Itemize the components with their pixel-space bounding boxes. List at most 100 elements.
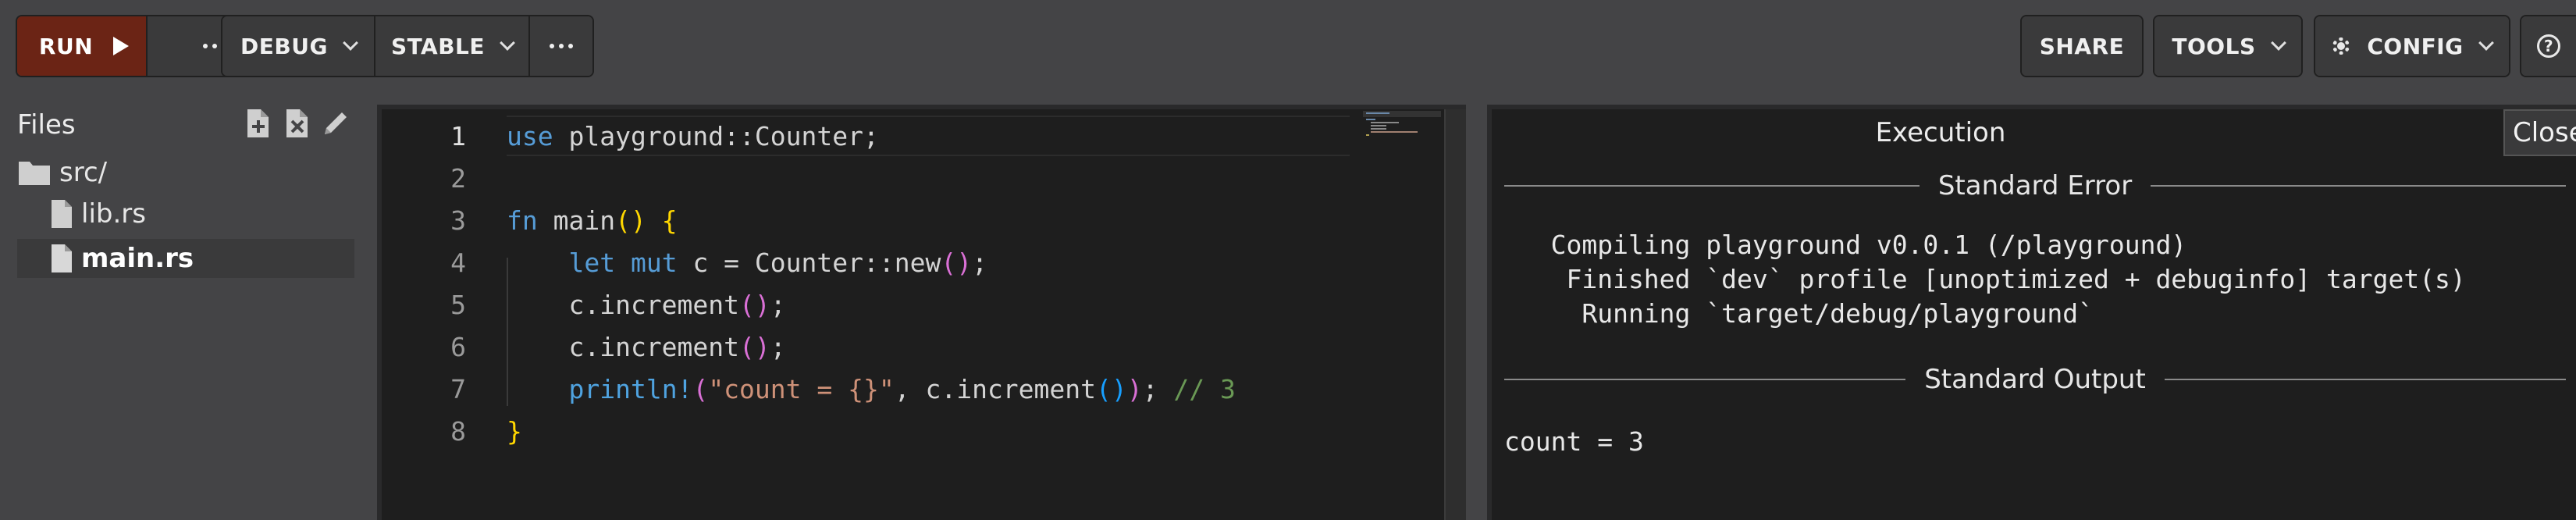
- code-token: mut: [630, 248, 678, 278]
- code-token: println!: [568, 374, 693, 404]
- line-number: 5: [450, 290, 466, 320]
- tree-item-label: src/: [59, 157, 108, 188]
- run-button[interactable]: RUN: [17, 16, 148, 76]
- code-token: c.increment: [507, 290, 740, 320]
- tree-item-folder[interactable]: src/: [17, 153, 107, 192]
- help-button[interactable]: ?: [2521, 16, 2576, 76]
- close-button[interactable]: Close: [2503, 109, 2576, 156]
- code-line[interactable]: 6 c.increment();: [382, 326, 1350, 369]
- line-number: 7: [450, 374, 466, 404]
- line-number: 2: [450, 163, 466, 194]
- channel-dropdown[interactable]: STABLE: [375, 16, 530, 76]
- line-number: 3: [450, 205, 466, 236]
- output-panel: Execution Close Standard Error Compiling…: [1487, 105, 2576, 520]
- code-line[interactable]: 5 c.increment();: [382, 284, 1350, 326]
- file-icon: [52, 200, 72, 228]
- channel-label: STABLE: [390, 33, 486, 59]
- stderr-line: Compiling playground v0.0.1 (/playground…: [1504, 230, 2187, 260]
- minimap[interactable]: [1363, 111, 1441, 142]
- stdout-label: Standard Output: [1924, 364, 2146, 395]
- advanced-options-button[interactable]: [530, 16, 592, 76]
- mode-dropdown[interactable]: DEBUG: [222, 16, 375, 76]
- code-line[interactable]: 8}: [382, 411, 1350, 453]
- code-line[interactable]: 3 fn main() {: [382, 200, 1350, 242]
- code-token: playground::Counter;: [553, 121, 879, 151]
- code-text: }: [507, 411, 522, 453]
- execution-title: Execution: [1875, 117, 2006, 148]
- line-number: 8: [450, 416, 466, 447]
- code-token: c.increment: [507, 332, 740, 362]
- code-line[interactable]: 2: [382, 158, 1350, 200]
- stdout-header: Standard Output: [1504, 364, 2566, 395]
- tree-item-label: main.rs: [81, 243, 194, 274]
- code-token: , c.increment: [894, 374, 1097, 404]
- file-icon: [52, 244, 72, 272]
- code-token: "count = {}": [708, 374, 895, 404]
- code-text: c.increment();: [507, 284, 786, 326]
- code-token: ;: [1142, 374, 1174, 404]
- run-label: RUN: [38, 33, 94, 59]
- code-text: use playground::Counter;: [507, 116, 879, 158]
- chevron-down-icon: [500, 35, 515, 51]
- code-token: (): [941, 248, 973, 278]
- code-token: ;: [770, 290, 786, 320]
- tools-label: TOOLS: [2172, 33, 2256, 59]
- code-token: c = Counter::new: [677, 248, 941, 278]
- code-token: }: [507, 416, 522, 447]
- config-label: CONFIG: [2367, 33, 2464, 59]
- chevron-down-icon: [2478, 35, 2494, 51]
- more-icon: [550, 44, 573, 48]
- code-editor[interactable]: 1 use playground::Counter;23 fn main() {4 …: [377, 105, 1466, 520]
- code-line[interactable]: 7 println!("count = {}", c.increment());…: [382, 369, 1350, 411]
- play-icon: [113, 37, 130, 55]
- tools-button-group: TOOLS: [2153, 15, 2303, 77]
- tree-item-label: lib.rs: [81, 198, 146, 230]
- help-icon: ?: [2537, 34, 2560, 58]
- code-line[interactable]: 4 let mut c = Counter::new();: [382, 242, 1350, 284]
- code-token: (: [692, 374, 709, 404]
- code-token: (): [615, 205, 646, 236]
- line-number: 1: [450, 121, 466, 151]
- code-text: println!("count = {}", c.increment()); /…: [507, 369, 1236, 411]
- help-button-group: ?: [2520, 15, 2576, 77]
- stdout-line: count = 3: [1504, 426, 1644, 457]
- code-token: ;: [770, 332, 786, 362]
- new-file-icon[interactable]: [244, 108, 273, 139]
- delete-file-icon[interactable]: [283, 108, 312, 139]
- tools-dropdown[interactable]: TOOLS: [2154, 16, 2301, 76]
- line-number: 6: [450, 332, 466, 362]
- code-token: let: [568, 248, 616, 278]
- code-token: (): [739, 332, 770, 362]
- tree-item-file-selected[interactable]: main.rs: [17, 239, 354, 278]
- line-number: 4: [450, 248, 466, 278]
- stderr-line: Running `target/debug/playground`: [1504, 298, 2094, 329]
- files-title: Files: [17, 109, 76, 141]
- share-label: SHARE: [2039, 33, 2125, 59]
- code-token: (): [739, 290, 770, 320]
- build-options-group: DEBUG STABLE: [221, 15, 594, 77]
- header-toolbar: RUN DEBUG STABLE SHARE TOOLS CONFIG ?: [0, 0, 2576, 92]
- rename-icon[interactable]: [320, 108, 350, 139]
- config-dropdown[interactable]: CONFIG: [2315, 16, 2509, 76]
- code-text: let mut c = Counter::new();: [507, 242, 987, 284]
- code-token: main: [537, 205, 616, 236]
- share-button[interactable]: SHARE: [2022, 16, 2142, 76]
- code-token: (): [1096, 374, 1127, 404]
- chevron-down-icon: [2270, 35, 2286, 51]
- code-token: use: [507, 121, 553, 151]
- folder-icon: [19, 162, 50, 185]
- editor-scrollbar[interactable]: [1444, 109, 1466, 520]
- config-button-group: CONFIG: [2314, 15, 2510, 77]
- stderr-header: Standard Error: [1504, 170, 2567, 201]
- code-token: ;: [972, 248, 987, 278]
- code-text: c.increment();: [507, 326, 786, 369]
- code-line[interactable]: 1 use playground::Counter;: [382, 116, 1350, 158]
- code-token: // 3: [1173, 374, 1236, 404]
- tree-item-file[interactable]: lib.rs: [50, 194, 146, 233]
- mode-label: DEBUG: [240, 33, 328, 59]
- stderr-label: Standard Error: [1937, 170, 2133, 201]
- share-button-group: SHARE: [2020, 15, 2144, 77]
